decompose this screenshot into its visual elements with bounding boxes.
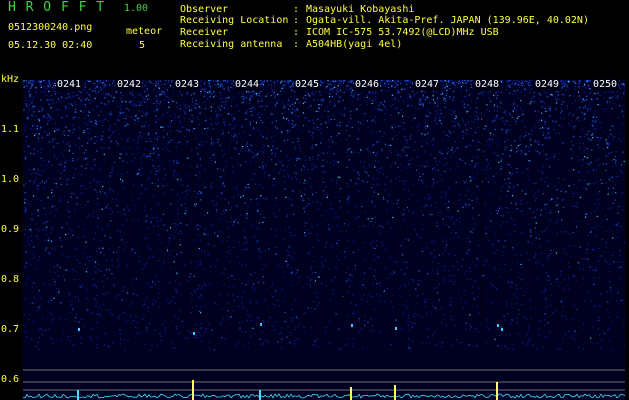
receiver-value: ICOM IC-575 53.7492(@LCD)MHz USB: [306, 27, 499, 38]
time-tick: 0247: [414, 79, 441, 91]
receiver-separator: :: [293, 27, 300, 38]
echo-blip: [351, 324, 353, 327]
echo-blip: [260, 323, 262, 326]
time-tick: 0243: [174, 79, 201, 91]
echo-blip: [193, 332, 195, 335]
location-separator: :: [293, 15, 300, 26]
receiver-label: Receiver: [180, 27, 229, 38]
antenna-value: A504HB(yagi 4el): [306, 39, 403, 50]
echo-blip: [497, 324, 499, 327]
echo-blip: [78, 328, 80, 331]
time-tick: 0241: [56, 79, 83, 91]
y-tick: 0.7: [1, 324, 20, 335]
datetime: 05.12.30 02:40: [8, 40, 93, 51]
y-tick: 1.0: [1, 174, 20, 185]
y-axis-unit: kHz: [1, 74, 20, 85]
file-name: 0512300240.png: [8, 22, 93, 33]
location-label: Receiving Location: [180, 15, 289, 26]
spectrogram-canvas: [23, 80, 625, 400]
location-value: Ogata-vill. Akita-Pref. JAPAN (139.96E, …: [306, 15, 589, 26]
time-tick: 0246: [354, 79, 381, 91]
time-tick: 0244: [234, 79, 261, 91]
y-tick: 0.6: [1, 374, 20, 385]
spectrogram: [23, 80, 625, 400]
app-version: 1.00: [124, 3, 149, 14]
time-tick: 0250: [592, 79, 619, 91]
echo-blip: [395, 327, 397, 330]
antenna-separator: :: [293, 39, 300, 50]
y-tick: 0.9: [1, 224, 20, 235]
antenna-label: Receiving antenna: [180, 39, 283, 50]
app-title: H R O F F T: [8, 0, 106, 15]
y-tick: 0.8: [1, 274, 20, 285]
hroft-screen: H R O F F T 1.00 0512300240.png meteor 0…: [0, 0, 629, 400]
echo-blip: [501, 328, 503, 331]
time-tick: 0242: [116, 79, 143, 91]
time-tick: 0248: [474, 79, 501, 91]
y-tick: 1.1: [1, 124, 20, 135]
meteor-label: meteor: [126, 26, 163, 37]
time-tick: 0249: [534, 79, 561, 91]
time-tick: 0245: [294, 79, 321, 91]
meteor-count: 5: [139, 40, 146, 51]
